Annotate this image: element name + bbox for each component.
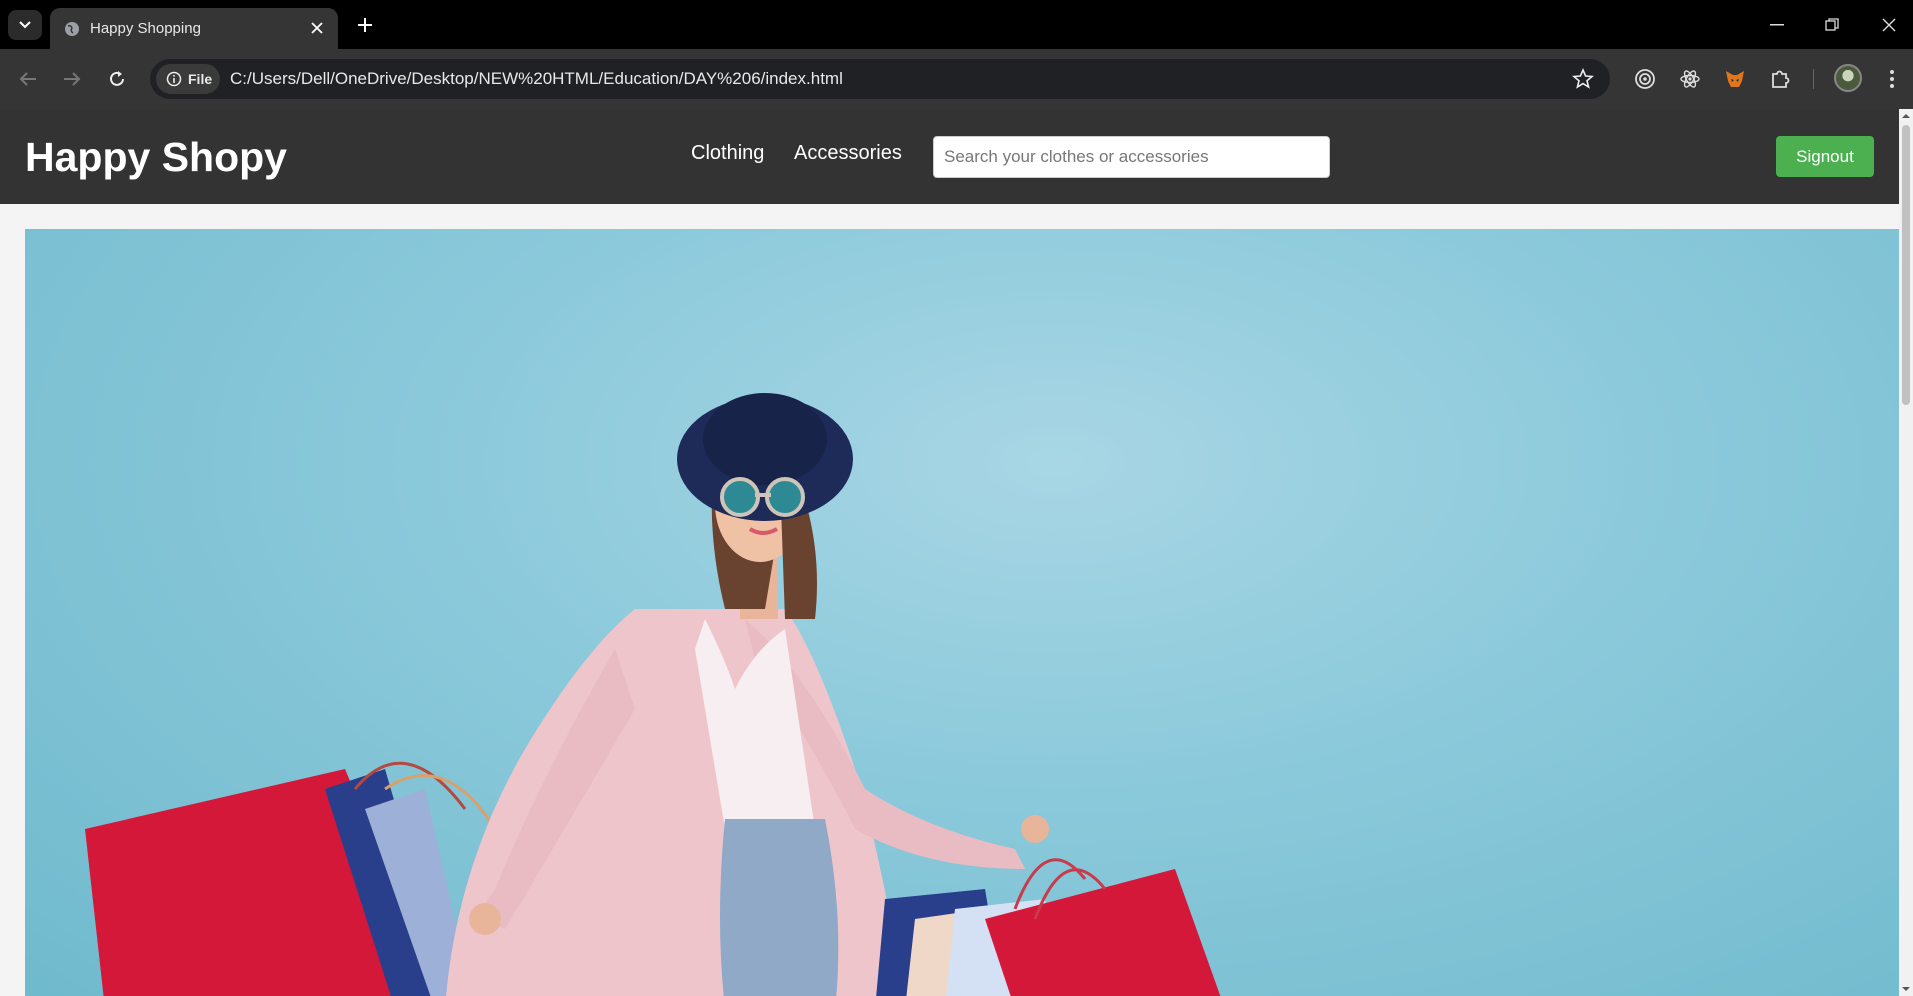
forward-icon[interactable]: [58, 65, 86, 93]
site-logo[interactable]: Happy Shopy: [25, 134, 287, 181]
react-devtools-icon[interactable]: [1677, 66, 1703, 92]
browser-tab-bar: Happy Shopping: [0, 0, 1913, 49]
url-text[interactable]: C:/Users/Dell/OneDrive/Desktop/NEW%20HTM…: [230, 69, 843, 89]
search-input[interactable]: [933, 136, 1330, 178]
window-close-icon[interactable]: [1876, 12, 1902, 38]
scroll-down-icon[interactable]: [1902, 985, 1910, 993]
close-icon[interactable]: [308, 19, 326, 37]
profile-avatar[interactable]: [1834, 64, 1862, 92]
scroll-up-icon[interactable]: [1902, 112, 1910, 120]
tab-list-icon[interactable]: [8, 10, 42, 40]
browser-tab[interactable]: Happy Shopping: [50, 8, 338, 49]
minimize-icon[interactable]: [1764, 12, 1790, 38]
toolbar-separator: [1813, 69, 1814, 89]
menu-icon[interactable]: [1879, 66, 1905, 92]
web-page: Happy Shopy Clothing Accessories Signout: [0, 109, 1899, 996]
hero-image: [25, 229, 1899, 996]
tab-title: Happy Shopping: [90, 20, 201, 37]
extension-target-icon[interactable]: [1632, 66, 1658, 92]
browser-toolbar: File C:/Users/Dell/OneDrive/Desktop/NEW%…: [0, 49, 1913, 109]
chip-label: File: [188, 71, 213, 87]
site-header: Happy Shopy Clothing Accessories Signout: [0, 109, 1899, 204]
nav-clothing[interactable]: Clothing: [691, 142, 764, 165]
puzzle-extensions-icon[interactable]: [1767, 66, 1793, 92]
site-info-chip[interactable]: File: [156, 64, 220, 94]
address-bar[interactable]: File C:/Users/Dell/OneDrive/Desktop/NEW%…: [150, 59, 1610, 99]
restore-icon[interactable]: [1819, 12, 1845, 38]
shopping-woman-illustration: [85, 393, 1221, 996]
star-icon[interactable]: [1572, 68, 1594, 90]
new-tab-icon[interactable]: [352, 12, 378, 38]
back-icon[interactable]: [14, 65, 42, 93]
reload-icon[interactable]: [103, 65, 131, 93]
signout-button[interactable]: Signout: [1776, 136, 1874, 177]
scroll-thumb[interactable]: [1902, 125, 1910, 405]
page-scrollbar[interactable]: [1899, 109, 1913, 996]
globe-icon: [65, 22, 79, 36]
info-icon: [166, 71, 182, 87]
metamask-icon[interactable]: [1722, 66, 1748, 92]
nav-accessories[interactable]: Accessories: [794, 142, 902, 165]
